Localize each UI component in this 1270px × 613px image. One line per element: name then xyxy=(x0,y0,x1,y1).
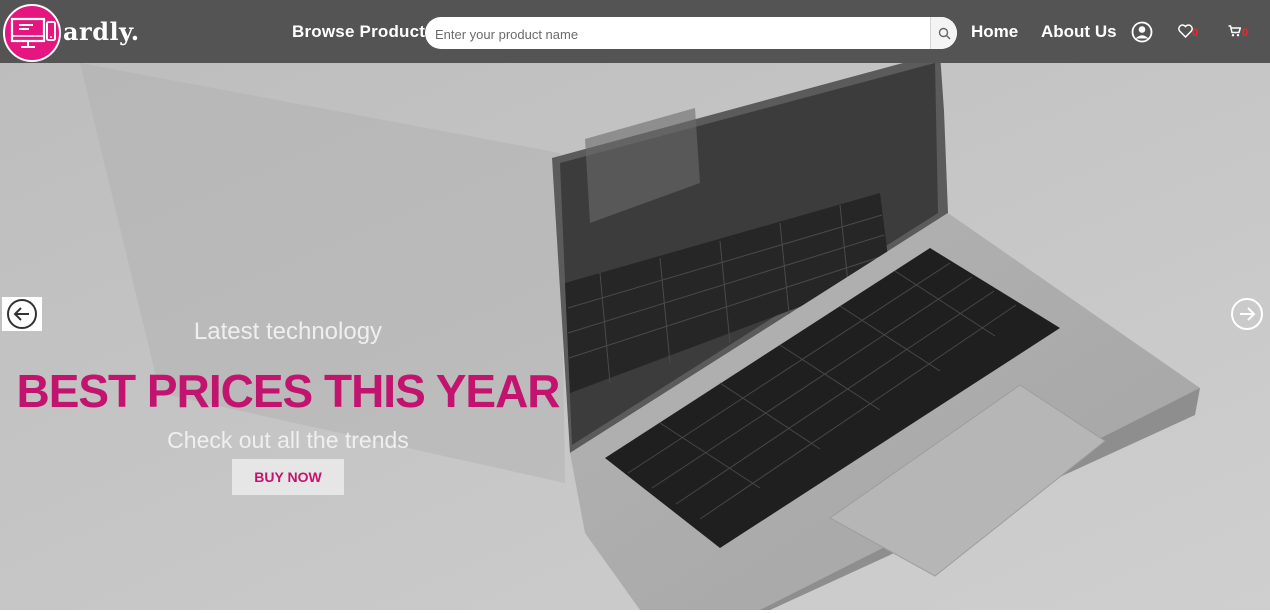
logo[interactable] xyxy=(3,4,61,62)
search-bar xyxy=(425,17,957,49)
buy-now-button[interactable]: BUY NOW xyxy=(232,459,344,495)
cart-count-badge: 0 xyxy=(1242,27,1249,39)
brand-name[interactable]: ardly. xyxy=(63,17,140,46)
devices-logo-icon xyxy=(10,17,56,48)
search-button[interactable] xyxy=(930,17,957,49)
cart-icon[interactable] xyxy=(1228,25,1241,37)
wishlist-count-badge: 0 xyxy=(1192,27,1199,39)
hero-subline: Check out all the trends xyxy=(167,427,409,453)
search-icon xyxy=(938,27,951,40)
top-navbar: ardly. Browse Products Home About Us 0 0 xyxy=(0,0,1270,63)
user-icon[interactable] xyxy=(1131,21,1153,43)
hero-headline: BEST PRICES THIS YEAR xyxy=(16,365,560,417)
nav-about-us[interactable]: About Us xyxy=(1041,22,1117,42)
heart-icon[interactable] xyxy=(1178,24,1193,38)
hero-eyebrow: Latest technology xyxy=(193,318,383,345)
nav-home[interactable]: Home xyxy=(971,22,1018,42)
search-input[interactable] xyxy=(433,23,927,45)
arrow-right-icon[interactable] xyxy=(1230,297,1264,331)
nav-browse-products[interactable]: Browse Products xyxy=(292,22,435,42)
